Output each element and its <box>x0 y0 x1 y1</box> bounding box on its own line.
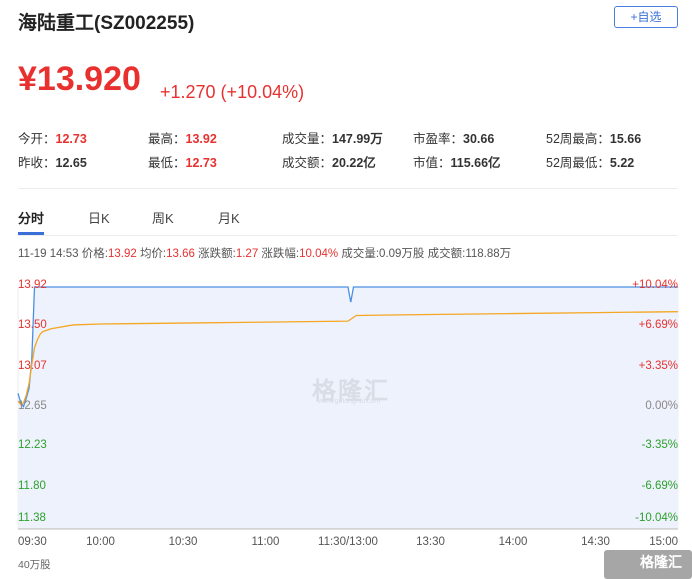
x-tick-label: 13:30 <box>416 536 445 548</box>
price-area-fill <box>18 287 678 528</box>
x-tick-label: 10:00 <box>86 536 115 548</box>
y-tick-label-right: -6.69% <box>641 480 678 493</box>
y-tick-label: 12.23 <box>18 439 47 452</box>
volume-axis-label: 40万股 <box>18 559 51 571</box>
y-tick-label-right: -3.35% <box>641 439 678 452</box>
y-tick-label: 11.38 <box>18 512 46 524</box>
y-tick-label: 13.92 <box>18 279 47 291</box>
x-tick-label: 15:00 <box>649 536 678 548</box>
y-tick-label-right: -10.04% <box>635 512 678 524</box>
x-tick-label: 11:00 <box>251 536 280 548</box>
x-tick-label: 10:30 <box>168 536 198 548</box>
y-tick-label: 11.80 <box>18 480 46 493</box>
x-tick-label: 09:30 <box>18 536 47 548</box>
y-tick-label: 12.65 <box>18 399 47 412</box>
intraday-chart[interactable] <box>0 0 692 579</box>
y-tick-label-right: +10.04% <box>632 279 678 291</box>
y-tick-label: 13.50 <box>18 318 47 331</box>
y-tick-label-right: +6.69% <box>638 318 678 331</box>
watermark-url: www.gelonghui.com <box>318 398 381 405</box>
y-tick-label-right: 0.00% <box>645 399 678 412</box>
y-tick-label-right: +3.35% <box>638 359 678 372</box>
x-tick-label: 14:00 <box>498 536 528 548</box>
corner-logo: 格隆汇 <box>640 554 682 570</box>
y-tick-label: 13.07 <box>18 359 47 372</box>
x-tick-label: 14:30 <box>581 536 610 548</box>
x-tick-label: 11:30/13:00 <box>318 536 378 548</box>
